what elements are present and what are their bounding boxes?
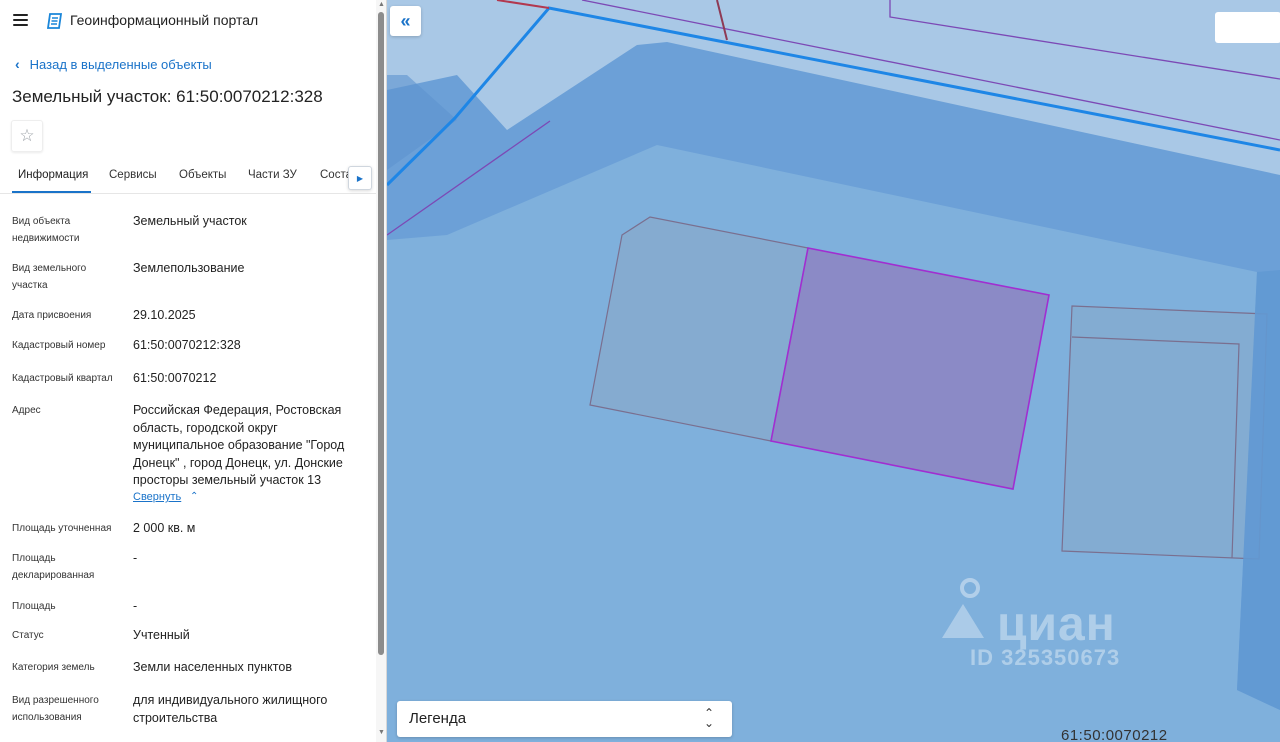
info-label: Вид земельного участка: [12, 263, 87, 291]
app-title: Геоинформационный портал: [70, 12, 259, 28]
map-canvas[interactable]: [387, 0, 1280, 742]
info-label: Статус: [12, 630, 44, 641]
tab-bar: Информация Сервисы Объекты Части ЗУ Сост…: [0, 163, 376, 194]
info-label: Категория земель: [12, 662, 95, 673]
info-value: -: [133, 551, 138, 565]
info-value: Учтенный: [133, 628, 190, 642]
info-value: Земли населенных пунктов: [133, 660, 292, 674]
info-label: Кадастровый квартал: [12, 373, 113, 384]
cian-watermark-icon: [942, 578, 984, 638]
info-label: Адрес: [12, 405, 41, 416]
back-link-label: Назад в выделенные объекты: [29, 56, 212, 72]
tab-services[interactable]: Сервисы: [109, 169, 157, 181]
info-value: для индивидуального жилищного строительс…: [133, 693, 328, 725]
boundary-line-red: [496, 0, 550, 9]
info-value: Земельный участок: [133, 214, 247, 228]
chevron-updown-icon: ⌃ ⌄: [704, 706, 715, 730]
tab-objects[interactable]: Объекты: [179, 169, 226, 181]
info-label: Вид разрешенного использования: [12, 695, 99, 723]
info-value: 29.10.2025: [133, 308, 196, 322]
info-label: Кадастровый номер: [12, 340, 106, 351]
chevron-up-icon[interactable]: ⌃: [190, 491, 198, 502]
neighbor-parcel[interactable]: [589, 216, 809, 442]
info-value: 2 000 кв. м: [133, 521, 196, 535]
info-value: 61:50:0070212: [133, 371, 217, 385]
hamburger-icon[interactable]: [13, 14, 28, 26]
tabs-scroll-right-button[interactable]: ▶: [348, 166, 372, 190]
info-label: Площадь: [12, 601, 56, 612]
double-chevron-left-icon: «: [400, 10, 411, 31]
back-to-selected-link[interactable]: ‹ Назад в выделенные объекты: [15, 56, 212, 72]
star-icon: ☆: [19, 126, 35, 145]
info-label: Площадь уточненная: [12, 523, 112, 534]
tab-parcel-parts[interactable]: Части ЗУ: [248, 169, 297, 181]
map-control-box[interactable]: [1215, 12, 1280, 43]
info-label: Площадь декларированная: [12, 553, 95, 581]
side-panel: Геоинформационный портал ‹ Назад в выдел…: [0, 0, 387, 742]
watermark-id: ID 325350673: [970, 645, 1121, 670]
cadastral-quarter-label: 61:50:0070212: [1061, 727, 1168, 742]
panel-header: Геоинформационный портал: [0, 0, 376, 42]
active-tab-indicator: [12, 191, 91, 193]
triangle-right-icon: ▶: [356, 173, 364, 183]
boundary-line-red-2: [716, 0, 728, 41]
info-label: Вид объекта недвижимости: [12, 216, 80, 244]
info-value: Российская Федерация, Ростовская область…: [133, 403, 345, 487]
scrollbar-thumb[interactable]: [378, 12, 384, 655]
page-title: Земельный участок: 61:50:0070212:328: [12, 87, 323, 106]
legend-label: Легенда: [409, 710, 467, 727]
info-value: 61:50:0070212:328: [133, 338, 241, 352]
tab-information[interactable]: Информация: [18, 169, 88, 181]
collapse-panel-button[interactable]: «: [390, 6, 421, 36]
portal-logo-icon: [47, 13, 63, 29]
collapse-address-link[interactable]: Свернуть: [133, 491, 181, 503]
legend-dropdown[interactable]: Легенда ⌃ ⌄: [397, 701, 732, 737]
favorite-button[interactable]: ☆: [11, 120, 43, 152]
chevron-left-icon: ‹: [15, 56, 20, 72]
info-label: Дата присвоения: [12, 310, 92, 321]
watermark-brand: циан: [997, 598, 1116, 651]
scroll-down-arrow-icon[interactable]: ▼: [378, 729, 385, 736]
map-layer: [387, 0, 1280, 742]
scroll-up-arrow-icon[interactable]: ▲: [378, 1, 385, 8]
info-value: Землепользование: [133, 261, 245, 275]
info-value: -: [133, 599, 138, 613]
panel-scrollbar[interactable]: ▲ ▼: [376, 0, 386, 742]
